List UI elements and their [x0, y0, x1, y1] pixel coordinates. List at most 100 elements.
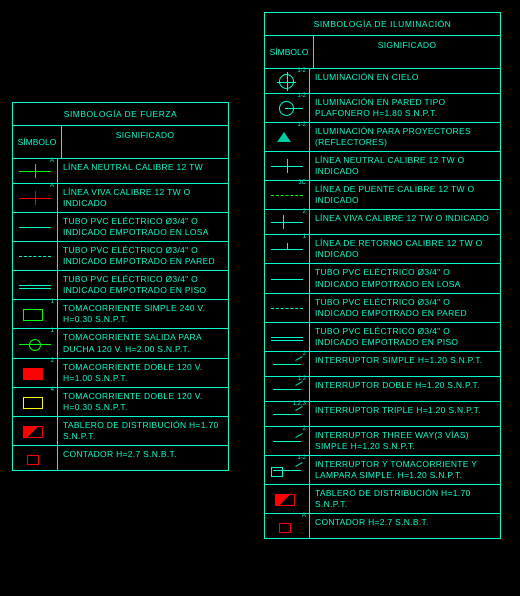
- meaning-text: INTERRUPTOR THREE WAY(3 VÍAS) SIMPLE H=1…: [310, 427, 500, 455]
- tablero-icon: [13, 417, 58, 445]
- symbol-tag: 1-2: [297, 68, 306, 74]
- sw3-icon: 1,2,3: [265, 402, 310, 426]
- meaning-text: TUBO PVC ELÉCTRICO Ø3/4" O INDICADO EMPO…: [310, 294, 500, 322]
- tubo-piso-icon: [13, 271, 58, 299]
- symbol-tag: 2: [51, 358, 54, 364]
- meaning-text: TABLERO DE DISTRIBUCIÓN H=1.70 S.N.P.T.: [58, 417, 228, 445]
- hdr-symbol: SÍMBOLO: [265, 36, 314, 68]
- tubo-pared-icon: [13, 242, 58, 270]
- table-row: TABLERO DE DISTRIBUCIÓN H=1.70 S.N.P.T.: [265, 485, 500, 514]
- table-row: 2 LÍNEA VIVA CALIBRE 12 TW O INDICADO: [265, 210, 500, 235]
- symbol-tag: 1: [51, 299, 54, 305]
- sw1-icon: 2: [265, 352, 310, 376]
- sw2-icon: 1,2: [265, 377, 310, 401]
- toma-ducha-icon: 1: [13, 329, 58, 357]
- symbol-tag: 2: [303, 426, 306, 432]
- meaning-text: LÍNEA DE RETORNO CALIBRE 12 TW O INDICAD…: [310, 235, 500, 263]
- table-row: 1,2 INTERRUPTOR DOBLE H=1.20 S.N.P.T.: [265, 377, 500, 402]
- meaning-text: CONTADOR H=2.7 S.N.B.T.: [58, 446, 228, 470]
- meaning-text: INTERRUPTOR SIMPLE H=1.20 S.N.P.T.: [310, 352, 500, 376]
- meaning-text: TOMACORRIENTE DOBLE 120 V. H=1.00 S.N.P.…: [58, 359, 228, 387]
- table-row: 1,2,3 INTERRUPTOR TRIPLE H=1.20 S.N.P.T.: [265, 402, 500, 427]
- retorno-icon: 1: [265, 235, 310, 263]
- symbol-tag: A: [50, 158, 54, 164]
- table-row: A CONTADOR H=2.7 S.N.B.T.: [265, 514, 500, 538]
- tubo-losa-icon: [13, 213, 58, 241]
- meaning-text: TUBO PVC ELÉCTRICO Ø3/4" O INDICADO EMPO…: [58, 271, 228, 299]
- toma-doble2-icon: 4: [13, 388, 58, 416]
- tubo-piso-icon: [265, 323, 310, 351]
- table-row: A LÍNEA NEUTRAL CALIBRE 12 TW: [13, 159, 228, 184]
- table-row: LÍNEA NEUTRAL CALIBRE 12 TW O INDICADO: [265, 152, 500, 181]
- symbol-tag: A: [50, 183, 54, 189]
- table-row: TABLERO DE DISTRIBUCIÓN H=1.70 S.N.P.T.: [13, 417, 228, 446]
- hdr-meaning: SIGNIFICADO: [314, 36, 500, 68]
- fuerza-panel: SIMBOLOGÍA DE FUERZA SÍMBOLO SIGNIFICADO…: [12, 102, 229, 471]
- table-row: 2 TOMACORRIENTE DOBLE 120 V. H=1.00 S.N.P…: [13, 359, 228, 388]
- fuerza-header: SÍMBOLO SIGNIFICADO: [13, 126, 228, 159]
- table-row: TUBO PVC ELÉCTRICO Ø3/4" O INDICADO EMPO…: [13, 242, 228, 271]
- symbol-tag: 1-2: [297, 455, 306, 461]
- table-row: 1 LÍNEA DE RETORNO CALIBRE 12 TW O INDICA…: [265, 235, 500, 264]
- contador-icon: [13, 446, 58, 470]
- symbol-tag: 1: [303, 234, 306, 240]
- toma1-icon: 1: [13, 300, 58, 328]
- symbol-tag: A: [302, 513, 306, 519]
- viva-c-icon: 2: [265, 210, 310, 234]
- meaning-text: TOMACORRIENTE SIMPLE 240 V. H=0.30 S.N.P…: [58, 300, 228, 328]
- tubo-pared-icon: [265, 294, 310, 322]
- ilum-title: SIMBOLOGÍA DE ILUMINACIÓN: [265, 13, 500, 36]
- table-row: 2 INTERRUPTOR THREE WAY(3 VÍAS) SIMPLE H=…: [265, 427, 500, 456]
- meaning-text: LÍNEA DE PUENTE CALIBRE 12 TW O INDICADO: [310, 181, 500, 209]
- meaning-text: ILUMINACIÓN EN CIELO: [310, 69, 500, 93]
- table-row: TUBO PVC ELÉCTRICO Ø3/4" O INDICADO EMPO…: [265, 264, 500, 293]
- symbol-tag: 1-2: [297, 122, 306, 128]
- meaning-text: LÍNEA NEUTRAL CALIBRE 12 TW: [58, 159, 228, 183]
- ilum-panel: SIMBOLOGÍA DE ILUMINACIÓN SÍMBOLO SIGNIF…: [264, 12, 501, 539]
- symbol-tag: 1,2: [298, 376, 306, 382]
- meaning-text: TABLERO DE DISTRIBUCIÓN H=1.70 S.N.P.T.: [310, 485, 500, 513]
- tablero-icon: [265, 485, 310, 513]
- symbol-tag: 3C: [298, 180, 306, 186]
- symbol-tag: 4: [51, 387, 54, 393]
- sw-toma-icon: 1-2: [265, 456, 310, 484]
- table-row: 1-2 ILUMINACIÓN EN PARED TIPO PLAFONERO H…: [265, 94, 500, 123]
- meaning-text: INTERRUPTOR Y TOMACORRIENTE Y LAMPARA SI…: [310, 456, 500, 484]
- meaning-text: LÍNEA VIVA CALIBRE 12 TW O INDICADO: [58, 184, 228, 212]
- table-row: TUBO PVC ELÉCTRICO Ø3/4" O INDICADO EMPO…: [13, 213, 228, 242]
- proyector-icon: 1-2: [265, 123, 310, 151]
- neutral-icon: A: [13, 159, 58, 183]
- table-row: 1TOMACORRIENTE SALIDA PARA DUCHA 120 V. …: [13, 329, 228, 358]
- meaning-text: CONTADOR H=2.7 S.N.B.T.: [310, 514, 500, 538]
- symbol-tag: 1: [51, 328, 54, 334]
- table-row: 1-2 INTERRUPTOR Y TOMACORRIENTE Y LAMPARA…: [265, 456, 500, 485]
- meaning-text: INTERRUPTOR TRIPLE H=1.20 S.N.P.T.: [310, 402, 500, 426]
- meaning-text: ILUMINACIÓN PARA PROYECTORES (REFLECTORE…: [310, 123, 500, 151]
- table-row: A LÍNEA VIVA CALIBRE 12 TW O INDICADO: [13, 184, 228, 213]
- meaning-text: TUBO PVC ELÉCTRICO Ø3/4" O INDICADO EMPO…: [58, 213, 228, 241]
- table-row: 1-2 ILUMINACIÓN EN CIELO: [265, 69, 500, 94]
- symbol-tag: 2: [303, 209, 306, 215]
- meaning-text: LÍNEA VIVA CALIBRE 12 TW O INDICADO: [310, 210, 500, 234]
- meaning-text: INTERRUPTOR DOBLE H=1.20 S.N.P.T.: [310, 377, 500, 401]
- meaning-text: ILUMINACIÓN EN PARED TIPO PLAFONERO H=1.…: [310, 94, 500, 122]
- toma-doble1-icon: 2: [13, 359, 58, 387]
- meaning-text: TOMACORRIENTE DOBLE 120 V. H=0.30 S.N.P.…: [58, 388, 228, 416]
- viva-icon: A: [13, 184, 58, 212]
- fuerza-title: SIMBOLOGÍA DE FUERZA: [13, 103, 228, 126]
- table-row: TUBO PVC ELÉCTRICO Ø3/4" O INDICADO EMPO…: [13, 271, 228, 300]
- contador-icon: A: [265, 514, 310, 538]
- table-row: 1-2 ILUMINACIÓN PARA PROYECTORES (REFLECT…: [265, 123, 500, 152]
- table-row: 3C LÍNEA DE PUENTE CALIBRE 12 TW O INDICA…: [265, 181, 500, 210]
- table-row: TUBO PVC ELÉCTRICO Ø3/4" O INDICADO EMPO…: [265, 323, 500, 352]
- ilum-header: SÍMBOLO SIGNIFICADO: [265, 36, 500, 69]
- symbol-tag: 1-2: [297, 93, 306, 99]
- meaning-text: TUBO PVC ELÉCTRICO Ø3/4" O INDICADO EMPO…: [310, 323, 500, 351]
- tubo-losa-icon: [265, 264, 310, 292]
- symbol-tag: 1,2,3: [293, 401, 306, 407]
- table-row: 4 TOMACORRIENTE DOBLE 120 V. H=0.30 S.N.P…: [13, 388, 228, 417]
- hdr-symbol: SÍMBOLO: [13, 126, 62, 158]
- table-row: CONTADOR H=2.7 S.N.B.T.: [13, 446, 228, 470]
- meaning-text: TUBO PVC ELÉCTRICO Ø3/4" O INDICADO EMPO…: [58, 242, 228, 270]
- puente-icon: 3C: [265, 181, 310, 209]
